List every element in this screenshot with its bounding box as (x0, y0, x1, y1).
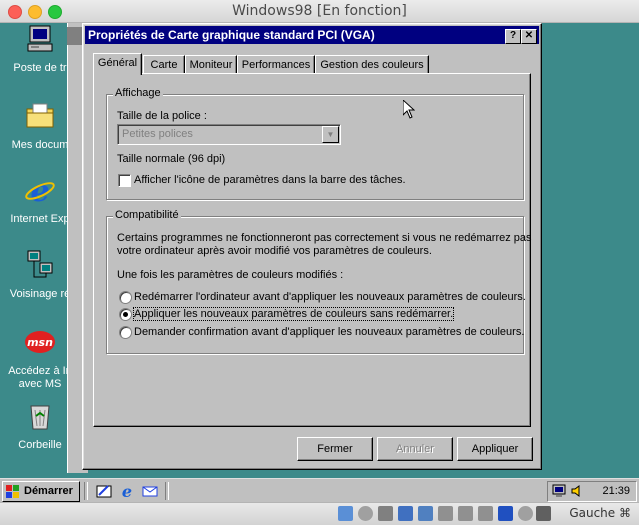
network-adapter-icon[interactable] (418, 506, 433, 521)
show-settings-icon-checkbox[interactable] (118, 174, 131, 187)
radio-ask-before-apply[interactable] (119, 326, 132, 339)
host-titlebar: Windows98 [En fonction] (0, 0, 639, 23)
mouse-integration-icon[interactable] (518, 506, 533, 521)
font-size-note: Taille normale (96 dpi) (117, 153, 226, 165)
svg-text:e: e (122, 483, 132, 499)
system-tray: 21:39 (547, 481, 637, 502)
desktop-icon-label: Accédez à In avec MS (8, 365, 72, 390)
recording-icon[interactable] (478, 506, 493, 521)
cancel-button[interactable]: Annuler (377, 437, 453, 461)
radio-restart-before-apply-label: Redémarrer l'ordinateur avant d'applique… (134, 291, 526, 303)
tab-color-management[interactable]: Gestion des couleurs (315, 55, 429, 74)
display-group-legend: Affichage (113, 87, 163, 99)
dialog-title: Propriétés de Carte graphique standard P… (88, 28, 375, 42)
compatibility-prompt: Une fois les paramètres de couleurs modi… (117, 269, 344, 281)
radio-apply-without-restart-label: Appliquer les nouveaux paramètres de cou… (132, 307, 455, 321)
internet-explorer-icon: e (25, 174, 55, 209)
hard-disk-icon[interactable] (338, 506, 353, 521)
compatibility-description-2: votre ordinateur après avoir modifié vos… (117, 245, 432, 257)
audio-icon[interactable] (378, 506, 393, 521)
display-properties-dialog: Propriétés de Carte graphique standard P… (82, 23, 542, 470)
computer-icon (27, 25, 53, 52)
taskbar-divider (165, 482, 169, 500)
outlook-express-icon[interactable] (142, 483, 158, 499)
usb-icon[interactable] (398, 506, 413, 521)
radio-ask-before-apply-label: Demander confirmation avant d'appliquer … (134, 326, 525, 338)
font-size-select-value: Petites polices (122, 128, 193, 140)
general-tab-panel: Affichage Taille de la police : Petites … (93, 73, 532, 427)
win98-taskbar: Démarrer e 21:39 (0, 478, 639, 503)
mouse-cursor-icon (403, 100, 415, 119)
compatibility-group-legend: Compatibilité (113, 209, 181, 221)
host-status-bar: Gauche ⌘ (0, 502, 639, 525)
tab-general[interactable]: Général (93, 53, 142, 75)
display-icon[interactable] (458, 506, 473, 521)
start-button[interactable]: Démarrer (2, 481, 80, 502)
tab-card[interactable]: Carte (143, 55, 185, 74)
font-size-label: Taille de la police : (117, 110, 207, 122)
apply-button[interactable]: Appliquer (457, 437, 533, 461)
tab-performance[interactable]: Performances (237, 55, 315, 74)
windows-flag-icon (6, 485, 19, 498)
show-settings-icon-label: Afficher l'icône de paramètres dans la b… (134, 174, 406, 186)
optical-drive-icon[interactable] (358, 506, 373, 521)
host-key-label: Gauche ⌘ (569, 506, 631, 520)
folder-icon (26, 103, 54, 128)
taskbar-divider (84, 482, 88, 500)
close-icon[interactable]: ✕ (521, 29, 537, 44)
radio-restart-before-apply[interactable] (119, 291, 132, 304)
show-desktop-icon[interactable] (96, 483, 112, 499)
network-icon (27, 250, 53, 278)
svg-text:msn: msn (27, 336, 53, 349)
dialog-titlebar[interactable]: Propriétés de Carte graphique standard P… (85, 26, 539, 44)
speaker-icon[interactable] (570, 484, 584, 498)
font-size-select[interactable]: Petites polices ▼ (117, 124, 341, 145)
recycle-bin-icon (30, 405, 50, 430)
host-window-title: Windows98 [En fonction] (232, 3, 407, 19)
help-button[interactable]: ? (505, 29, 521, 44)
display-settings-icon[interactable] (552, 484, 568, 498)
chevron-down-icon[interactable]: ▼ (322, 126, 339, 143)
start-label: Démarrer (24, 485, 73, 497)
close-button[interactable]: Fermer (297, 437, 373, 461)
keyboard-capture-icon[interactable] (536, 506, 551, 521)
cpu-icon[interactable] (498, 506, 513, 521)
shared-folder-icon[interactable] (438, 506, 453, 521)
radio-apply-without-restart[interactable] (119, 308, 132, 321)
internet-explorer-icon[interactable]: e (119, 483, 135, 499)
msn-icon: msn (25, 331, 55, 353)
tab-monitor[interactable]: Moniteur (185, 55, 237, 74)
compatibility-description-1: Certains programmes ne fonctionneront pa… (117, 232, 532, 244)
taskbar-clock: 21:39 (602, 485, 630, 497)
